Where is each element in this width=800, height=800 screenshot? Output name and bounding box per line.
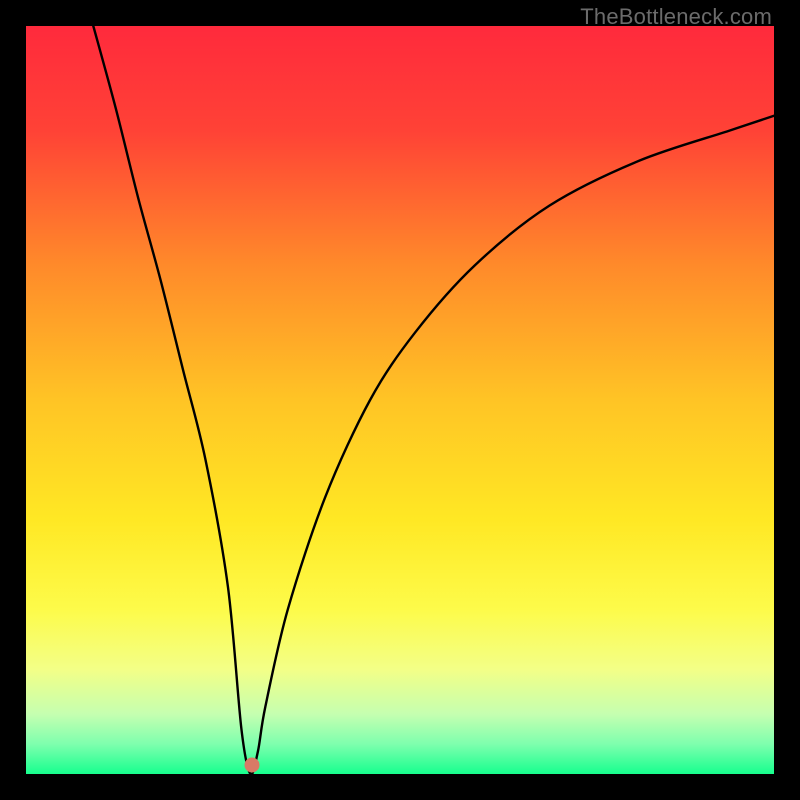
optimal-point-marker bbox=[244, 758, 259, 773]
bottleneck-curve bbox=[26, 26, 774, 774]
watermark-text: TheBottleneck.com bbox=[580, 4, 772, 30]
plot-area bbox=[26, 26, 774, 774]
chart-frame: TheBottleneck.com bbox=[0, 0, 800, 800]
